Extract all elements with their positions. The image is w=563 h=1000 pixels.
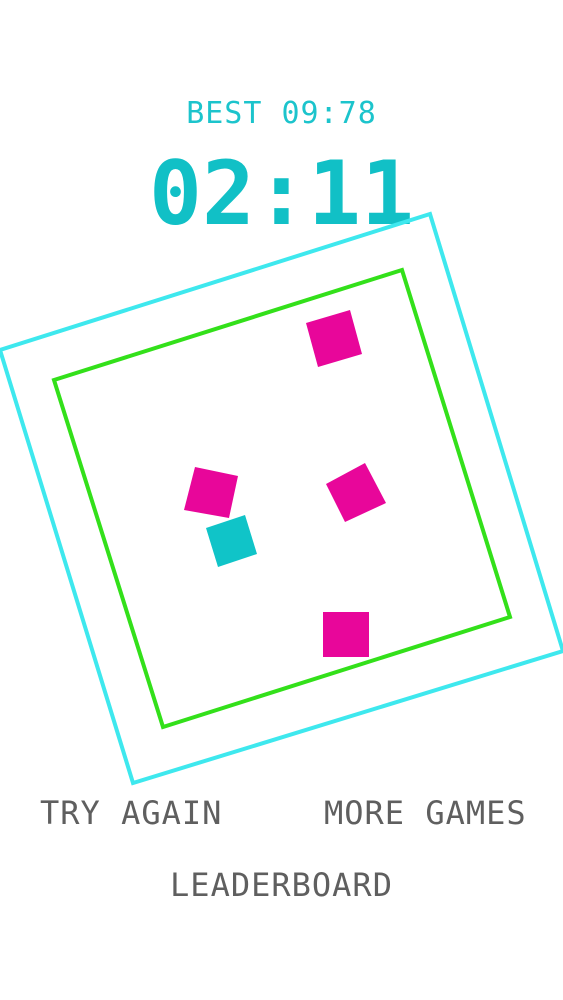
leaderboard-button[interactable]: LEADERBOARD [0,866,563,904]
enemy-square [306,310,362,367]
player-square[interactable] [206,515,257,567]
enemy-square [184,467,238,518]
inner-frame [51,267,513,730]
more-games-button[interactable]: MORE GAMES [324,794,527,832]
game-board [0,211,563,786]
enemy-square [323,612,369,657]
try-again-button[interactable]: TRY AGAIN [40,794,222,832]
enemy-square [326,463,386,522]
outer-frame [0,211,563,786]
